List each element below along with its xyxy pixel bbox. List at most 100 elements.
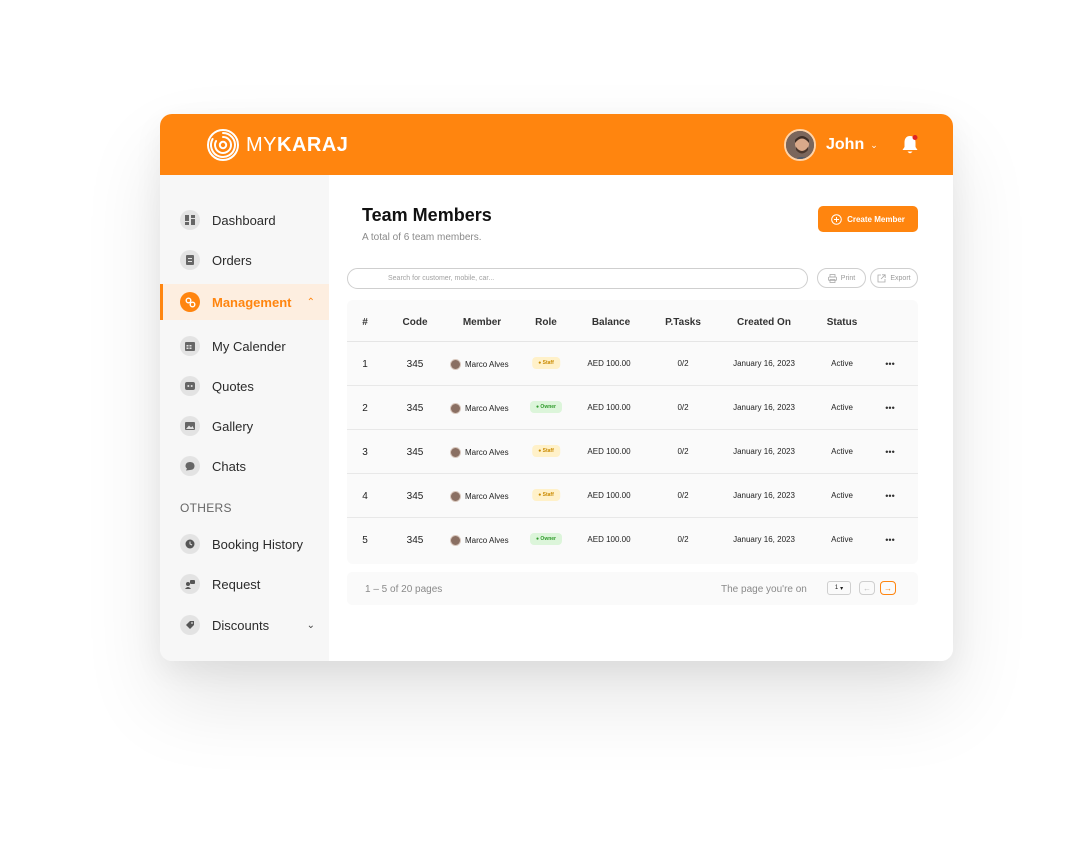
- bell-icon[interactable]: [901, 134, 919, 156]
- sidebar-item-discounts[interactable]: Discounts ⌄: [160, 607, 329, 643]
- brand-name: MYKARAJ: [246, 134, 349, 156]
- sidebar-item-request[interactable]: Request: [160, 566, 329, 602]
- logo[interactable]: MYKARAJ: [206, 128, 348, 162]
- current-page: 1: [834, 585, 839, 591]
- app-window: MYKARAJ John ⌄ Dashboard Orders Manageme…: [160, 114, 953, 661]
- role-badge: ● Staff: [532, 489, 560, 501]
- export-label: Export: [890, 274, 911, 282]
- tag-icon: [180, 615, 200, 635]
- create-member-button[interactable]: Create Member: [818, 206, 918, 232]
- search-input[interactable]: Search for customer, mobile, car...: [347, 268, 808, 289]
- sidebar-item-management[interactable]: Management ⌃: [160, 284, 329, 320]
- chevron-up-icon[interactable]: ⌃: [307, 297, 315, 308]
- gallery-icon: [180, 416, 200, 436]
- sidebar-item-my-calender[interactable]: My Calender: [160, 328, 329, 364]
- column-header[interactable]: Balance: [592, 317, 630, 328]
- table-row[interactable]: 4 345 Marco Alves ● Staff AED 100.00 0/2…: [347, 474, 918, 518]
- sidebar-item-label: Request: [212, 576, 261, 592]
- chevron-down-icon[interactable]: ⌄: [870, 140, 878, 151]
- clock-icon: [180, 534, 200, 554]
- sidebar-item-orders[interactable]: Orders: [160, 242, 329, 278]
- role-badge: ● Staff: [532, 445, 560, 457]
- row-created-on: January 16, 2023: [733, 535, 795, 544]
- sidebar-item-label: Management: [212, 294, 292, 310]
- row-status: Active: [831, 403, 853, 412]
- print-label: Print: [840, 274, 856, 282]
- row-created-on: January 16, 2023: [733, 403, 795, 412]
- printer-icon: [827, 273, 837, 283]
- page-title: Team Members: [362, 205, 492, 225]
- column-header[interactable]: Code: [403, 317, 428, 328]
- row-balance: AED 100.00: [587, 403, 631, 412]
- row-balance: AED 100.00: [587, 447, 631, 456]
- row-balance: AED 100.00: [587, 491, 631, 500]
- export-button[interactable]: Export: [870, 268, 918, 288]
- row-code: 345: [406, 359, 424, 370]
- sidebar-item-chats[interactable]: Chats: [160, 448, 329, 484]
- row-status: Active: [831, 491, 853, 500]
- row-balance: AED 100.00: [587, 535, 631, 544]
- member-name: Marco Alves: [465, 536, 509, 545]
- print-button[interactable]: Print: [817, 268, 866, 288]
- more-options-icon[interactable]: •••: [885, 491, 894, 501]
- row-tasks: 0/2: [677, 491, 689, 500]
- sidebar-item-quotes[interactable]: Quotes: [160, 368, 329, 404]
- sidebar-section-label: OTHERS: [180, 501, 232, 515]
- table-row[interactable]: 2 345 Marco Alves ● Owner AED 100.00 0/2…: [347, 386, 918, 430]
- role-badge: ● Owner: [530, 401, 562, 413]
- user-name: John: [826, 136, 865, 153]
- more-options-icon[interactable]: •••: [885, 359, 894, 369]
- prev-page-button[interactable]: ←: [859, 581, 875, 595]
- export-icon: [877, 273, 886, 282]
- row-number: 4: [362, 491, 368, 502]
- row-status: Active: [831, 535, 853, 544]
- row-code: 345: [406, 403, 424, 414]
- page-subtitle: A total of 6 team members.: [362, 232, 482, 243]
- pagination-label: The page you're on: [721, 584, 807, 595]
- user-menu[interactable]: John ⌄: [784, 129, 878, 161]
- avatar: [450, 447, 461, 458]
- table-header: # Code Member Role Balance P.Tasks Creat…: [347, 300, 918, 342]
- sidebar-item-label: Dashboard: [212, 212, 276, 228]
- member-name: Marco Alves: [465, 404, 509, 413]
- more-options-icon[interactable]: •••: [885, 403, 894, 413]
- table-row[interactable]: 3 345 Marco Alves ● Staff AED 100.00 0/2…: [347, 430, 918, 474]
- chevron-down-icon[interactable]: ⌄: [307, 620, 315, 631]
- next-page-button[interactable]: →: [880, 581, 896, 595]
- row-code: 345: [406, 447, 424, 458]
- column-header[interactable]: #: [362, 317, 368, 328]
- row-status: Active: [831, 447, 853, 456]
- sidebar-item-booking-history[interactable]: Booking History: [160, 526, 329, 562]
- row-member: Marco Alves: [450, 447, 509, 458]
- sidebar-item-label: Quotes: [212, 378, 254, 394]
- column-header[interactable]: Member: [463, 317, 501, 328]
- table-row[interactable]: 5 345 Marco Alves ● Owner AED 100.00 0/2…: [347, 518, 918, 562]
- column-header[interactable]: Status: [827, 317, 858, 328]
- role-badge: ● Owner: [530, 533, 562, 545]
- column-header[interactable]: P.Tasks: [665, 317, 701, 328]
- main-content: Team Members A total of 6 team members. …: [329, 175, 953, 661]
- table-row[interactable]: 1 345 Marco Alves ● Staff AED 100.00 0/2…: [347, 342, 918, 386]
- more-options-icon[interactable]: •••: [885, 535, 894, 545]
- sidebar-item-dashboard[interactable]: Dashboard: [160, 202, 329, 238]
- row-status: Active: [831, 359, 853, 368]
- row-created-on: January 16, 2023: [733, 491, 795, 500]
- more-options-icon[interactable]: •••: [885, 447, 894, 457]
- row-number: 5: [362, 535, 368, 546]
- sidebar-item-label: Discounts: [212, 617, 270, 633]
- pagination-bar: 1 – 5 of 20 pages The page you're on 1 ▾ …: [347, 572, 918, 605]
- column-header[interactable]: Role: [535, 317, 557, 328]
- row-tasks: 0/2: [677, 359, 689, 368]
- column-header[interactable]: Created On: [737, 317, 791, 328]
- avatar: [450, 491, 461, 502]
- calendar-icon: [180, 336, 200, 356]
- team-members-table: # Code Member Role Balance P.Tasks Creat…: [347, 300, 918, 564]
- sidebar-item-label: My Calender: [212, 338, 286, 354]
- page-select[interactable]: 1 ▾: [827, 581, 851, 595]
- row-member: Marco Alves: [450, 535, 509, 546]
- avatar: [450, 535, 461, 546]
- create-member-label: Create Member: [847, 214, 905, 224]
- management-icon: [180, 292, 200, 312]
- sidebar-item-gallery[interactable]: Gallery: [160, 408, 329, 444]
- sidebar-item-label: Booking History: [212, 536, 304, 552]
